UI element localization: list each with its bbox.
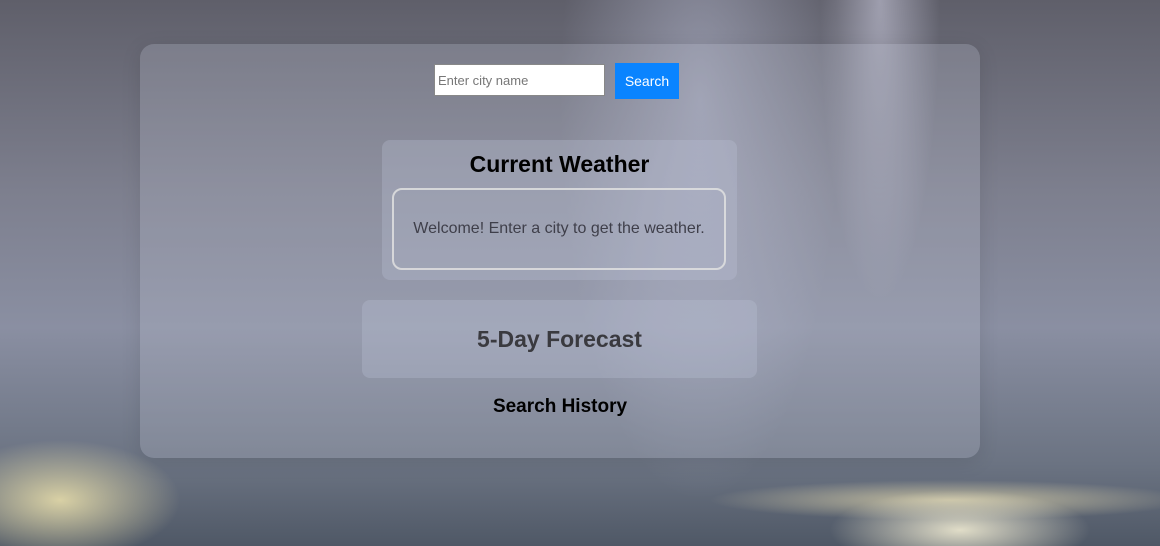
city-search-input[interactable] [434, 64, 605, 96]
weather-message-box: Welcome! Enter a city to get the weather… [392, 188, 726, 270]
search-history-title: Search History [492, 396, 628, 417]
search-bar: Search [434, 63, 679, 99]
welcome-message: Welcome! Enter a city to get the weather… [413, 220, 705, 237]
search-button[interactable]: Search [615, 63, 679, 99]
forecast-card: 5-Day Forecast [362, 300, 757, 378]
current-weather-card: Current Weather Welcome! Enter a city to… [382, 140, 737, 280]
forecast-title: 5-Day Forecast [477, 325, 642, 352]
current-weather-title: Current Weather [469, 151, 650, 177]
weather-app-panel: Search Current Weather Welcome! Enter a … [140, 44, 980, 458]
